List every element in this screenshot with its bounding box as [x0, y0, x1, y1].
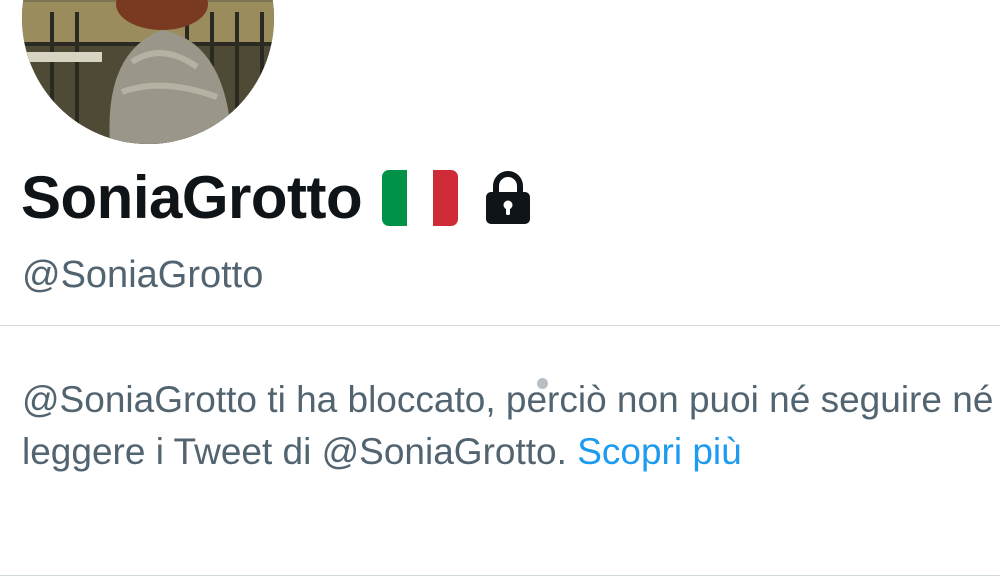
learn-more-link[interactable]: Scopri più — [577, 431, 742, 472]
section-divider — [0, 325, 1000, 326]
blocked-notice: @SoniaGrotto ti ha bloccato, perciò non … — [22, 374, 997, 478]
avatar-photo — [22, 0, 274, 144]
profile-handle: @SoniaGrotto — [22, 254, 264, 296]
touch-indicator — [537, 378, 548, 389]
profile-name-row: SoniaGrotto — [21, 160, 532, 236]
italy-flag-icon — [382, 170, 459, 226]
blocked-notice-text: @SoniaGrotto ti ha bloccato, perciò non … — [22, 379, 994, 472]
profile-display-name: SoniaGrotto — [21, 164, 363, 231]
profile-page: SoniaGrotto @SoniaGrotto @SoniaGrotto ti… — [0, 0, 1000, 578]
avatar[interactable] — [22, 0, 274, 144]
bottom-divider — [0, 575, 1000, 576]
lock-icon — [486, 171, 531, 224]
